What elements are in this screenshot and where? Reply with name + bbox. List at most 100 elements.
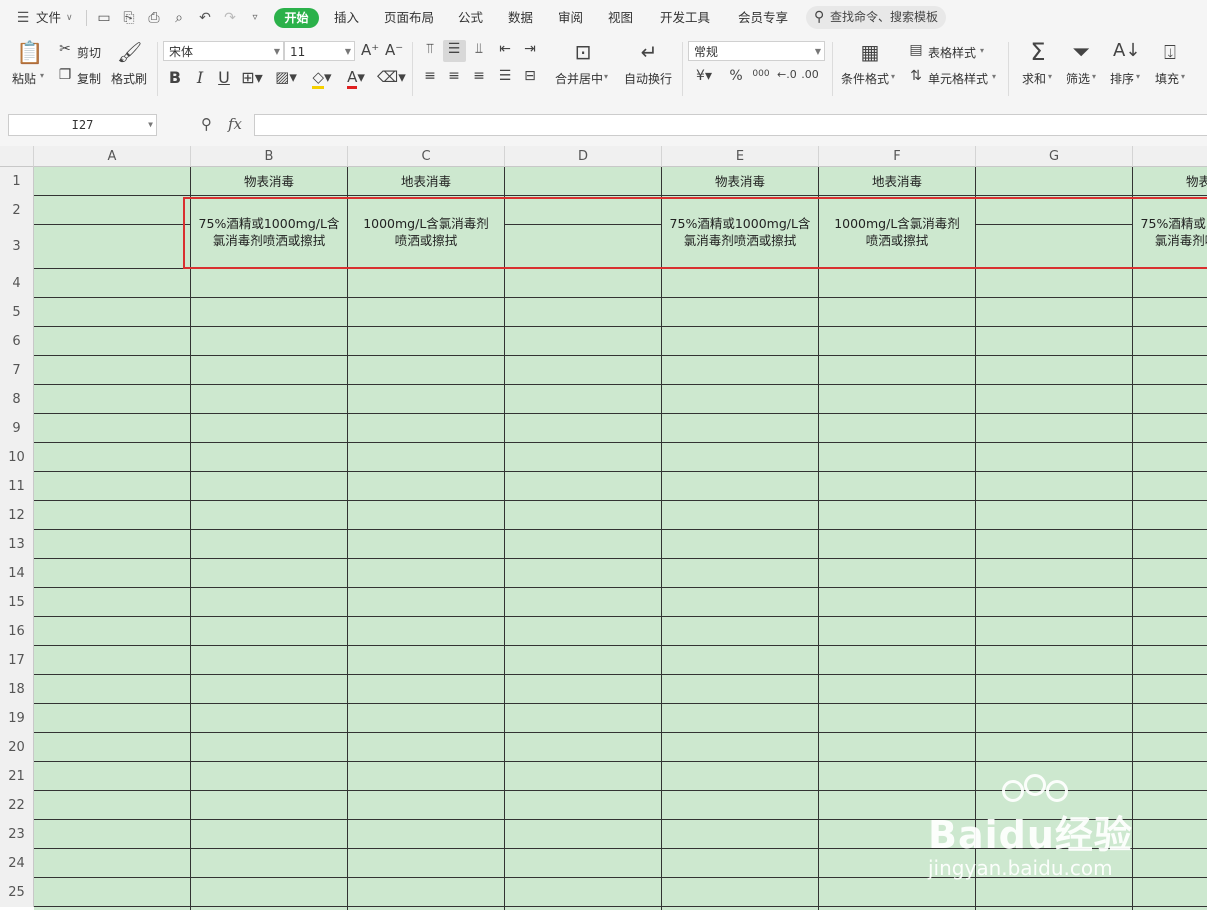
- row-header-1[interactable]: 1: [0, 167, 34, 196]
- chevron-down-icon[interactable]: ∨: [66, 0, 73, 36]
- chevron-down-icon[interactable]: ▾: [1181, 72, 1185, 81]
- output-icon[interactable]: ⎘: [120, 9, 138, 27]
- row-header-11[interactable]: 11: [0, 472, 34, 501]
- copy-button[interactable]: 复制: [77, 70, 101, 87]
- cell-b1[interactable]: 物表消毒: [191, 167, 347, 196]
- decrease-indent-icon[interactable]: ⇤: [497, 41, 513, 57]
- tab-review[interactable]: 审阅: [558, 0, 583, 36]
- name-box[interactable]: I27 ▼: [8, 114, 157, 136]
- decrease-font-icon[interactable]: A⁻: [385, 41, 403, 59]
- sum-button[interactable]: 求和: [1022, 70, 1046, 87]
- row-header-5[interactable]: 5: [0, 298, 34, 327]
- print-preview-icon[interactable]: ⌕: [170, 9, 188, 27]
- tab-developer[interactable]: 开发工具: [660, 0, 710, 36]
- filter-button[interactable]: 筛选: [1066, 70, 1090, 87]
- tab-formulas[interactable]: 公式: [458, 0, 483, 36]
- row-header-17[interactable]: 17: [0, 646, 34, 675]
- sum-icon[interactable]: Σ: [1025, 38, 1051, 66]
- row-header-14[interactable]: 14: [0, 559, 34, 588]
- scissors-icon[interactable]: ✂: [56, 41, 74, 57]
- tab-page-layout[interactable]: 页面布局: [384, 0, 434, 36]
- number-format-select[interactable]: 常规 ▼: [688, 41, 825, 61]
- format-painter-button[interactable]: 格式刷: [111, 70, 147, 87]
- underline-icon[interactable]: U: [215, 68, 233, 87]
- decrease-decimal-icon[interactable]: .00: [801, 68, 819, 81]
- row-header-2[interactable]: 2: [0, 196, 34, 225]
- tab-member[interactable]: 会员专享: [738, 0, 788, 36]
- currency-icon[interactable]: ¥▾: [693, 68, 715, 84]
- hamburger-menu-icon[interactable]: ☰: [14, 9, 32, 27]
- row-header-22[interactable]: 22: [0, 791, 34, 820]
- formula-input[interactable]: [254, 114, 1207, 136]
- file-menu[interactable]: 文件: [36, 0, 61, 36]
- column-header-b[interactable]: B: [191, 146, 348, 167]
- increase-font-icon[interactable]: A⁺: [361, 41, 379, 59]
- justify-icon[interactable]: ☰: [497, 68, 513, 84]
- row-header-7[interactable]: 7: [0, 356, 34, 385]
- increase-indent-icon[interactable]: ⇥: [522, 41, 538, 57]
- cell-style-button[interactable]: 单元格样式: [928, 70, 988, 87]
- row-header-9[interactable]: 9: [0, 414, 34, 443]
- cell-pattern-icon[interactable]: ▨▾: [273, 68, 299, 86]
- row-header-19[interactable]: 19: [0, 704, 34, 733]
- column-header-a[interactable]: A: [34, 146, 191, 167]
- table-style-button[interactable]: 表格样式: [928, 44, 976, 61]
- merge-center-button[interactable]: 合并居中: [555, 70, 603, 87]
- cell-h1[interactable]: 物表消毒: [1133, 167, 1207, 196]
- cell-f1[interactable]: 地表消毒: [819, 167, 975, 196]
- row-header-24[interactable]: 24: [0, 849, 34, 878]
- row-header-8[interactable]: 8: [0, 385, 34, 414]
- font-color-icon[interactable]: A▾: [343, 68, 369, 89]
- tab-insert[interactable]: 插入: [334, 0, 359, 36]
- conditional-format-icon[interactable]: ▦: [857, 40, 883, 64]
- customize-quick-access-icon[interactable]: ▿: [246, 9, 264, 27]
- clear-format-icon[interactable]: ⌫▾: [377, 68, 406, 86]
- row-header-12[interactable]: 12: [0, 501, 34, 530]
- border-icon[interactable]: ⊞▾: [241, 68, 263, 87]
- cell-c1[interactable]: 地表消毒: [348, 167, 504, 196]
- row-header-20[interactable]: 20: [0, 733, 34, 762]
- row-header-3[interactable]: 3: [0, 225, 34, 269]
- fx-icon[interactable]: fx: [228, 115, 242, 133]
- cut-button[interactable]: 剪切: [77, 44, 101, 61]
- paste-icon[interactable]: 📋: [16, 40, 43, 68]
- font-size-select[interactable]: 11 ▼: [284, 41, 355, 61]
- fill-button[interactable]: 填充: [1155, 70, 1179, 87]
- row-header-6[interactable]: 6: [0, 327, 34, 356]
- column-header-h[interactable]: H: [1133, 146, 1207, 167]
- row-header-23[interactable]: 23: [0, 820, 34, 849]
- fill-icon[interactable]: ⍗: [1157, 40, 1183, 64]
- italic-icon[interactable]: I: [191, 68, 209, 87]
- row-header-13[interactable]: 13: [0, 530, 34, 559]
- merge-center-icon[interactable]: ⊡: [570, 40, 596, 64]
- command-search[interactable]: ⚲ 查找命令、搜索模板: [806, 6, 946, 29]
- chevron-down-icon[interactable]: ▾: [891, 72, 895, 81]
- thousands-separator-icon[interactable]: 000: [751, 69, 771, 79]
- distributed-icon[interactable]: ⊟: [522, 68, 538, 84]
- chevron-down-icon[interactable]: ▾: [604, 72, 608, 81]
- save-icon[interactable]: ▭: [95, 9, 113, 27]
- align-top-icon[interactable]: ⫪: [422, 41, 438, 57]
- chevron-down-icon[interactable]: ▾: [1092, 72, 1096, 81]
- align-center-icon[interactable]: ≡: [446, 68, 462, 84]
- font-name-select[interactable]: 宋体 ▼: [163, 41, 284, 61]
- fill-color-icon[interactable]: ◇▾: [309, 68, 335, 89]
- select-all-corner[interactable]: [0, 146, 34, 167]
- column-header-e[interactable]: E: [662, 146, 819, 167]
- chevron-down-icon[interactable]: ▾: [992, 72, 996, 81]
- conditional-format-button[interactable]: 条件格式: [841, 70, 889, 87]
- percent-icon[interactable]: %: [727, 68, 745, 84]
- row-header-25[interactable]: 25: [0, 878, 34, 907]
- tab-view[interactable]: 视图: [608, 0, 633, 36]
- sort-button[interactable]: 排序: [1110, 70, 1134, 87]
- paste-button[interactable]: 粘贴: [12, 70, 36, 87]
- column-header-d[interactable]: D: [505, 146, 662, 167]
- column-header-f[interactable]: F: [819, 146, 976, 167]
- column-header-g[interactable]: G: [976, 146, 1133, 167]
- sort-icon[interactable]: A↓: [1113, 40, 1140, 61]
- format-painter-icon[interactable]: 🖌: [117, 40, 142, 64]
- align-right-icon[interactable]: ≡: [471, 68, 487, 84]
- row-header-21[interactable]: 21: [0, 762, 34, 791]
- zoom-icon[interactable]: ⚲: [201, 115, 212, 133]
- chevron-down-icon[interactable]: ▾: [980, 46, 984, 55]
